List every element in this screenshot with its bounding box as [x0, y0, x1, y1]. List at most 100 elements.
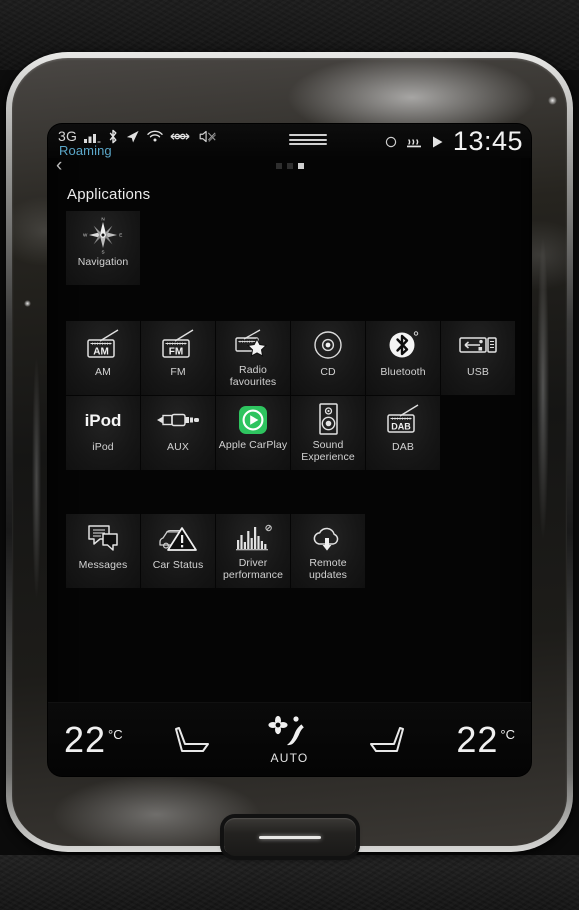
- speech-bubbles-icon: [83, 520, 123, 556]
- usb-tether-icon: [170, 130, 190, 143]
- aux-jack-icon: [153, 402, 203, 438]
- dashboard-surround: 3G Roaming 13:45 ‹ Applications N S E W …: [0, 0, 579, 910]
- tile-sound-experience[interactable]: Sound Experience: [291, 396, 365, 470]
- tile-label: Radio favourites: [229, 364, 277, 388]
- bezel-glint: [548, 96, 557, 105]
- svg-text:iPod: iPod: [85, 411, 122, 430]
- tile-apple-carplay[interactable]: Apple CarPlay: [216, 396, 290, 470]
- tile-label: AUX: [167, 441, 189, 453]
- status-bar-left: 3G: [48, 124, 217, 144]
- seat-icon: [369, 726, 404, 752]
- roaming-label: Roaming: [59, 143, 112, 158]
- tile-label: Navigation: [77, 256, 129, 268]
- radio-fm-icon: FM: [155, 327, 201, 363]
- page-dot[interactable]: [286, 163, 293, 169]
- tile-bluetooth[interactable]: Bluetooth: [366, 321, 440, 395]
- status-bar-right: 13:45: [385, 128, 523, 155]
- climate-bar: 22 °C AUTO 22 °C: [48, 702, 531, 776]
- page-indicator-dots[interactable]: [48, 163, 531, 169]
- tile-ipod[interactable]: iPod iPod: [66, 396, 140, 470]
- ipod-wordmark-icon: iPod: [75, 402, 131, 438]
- tile-label: USB: [467, 366, 489, 378]
- fan-airflow-icon: [265, 715, 313, 749]
- tile-remote-updates[interactable]: Remote updates: [291, 514, 365, 588]
- radio-am-icon: AM: [80, 327, 126, 363]
- recirculation-icon: [385, 136, 397, 148]
- tile-navigation[interactable]: N S E W Navigation: [66, 211, 140, 285]
- tile-messages[interactable]: Messages: [66, 514, 140, 588]
- bezel-glint: [24, 300, 31, 307]
- svg-text:E: E: [119, 233, 122, 238]
- tile-car-status[interactable]: Car Status: [141, 514, 215, 588]
- speaker-icon: [313, 402, 343, 438]
- tile-radio-favourites[interactable]: Radio favourites: [216, 321, 290, 395]
- home-button-bar: [259, 835, 321, 839]
- page-dot-active[interactable]: [297, 163, 304, 169]
- driver-seat-heat-button[interactable]: [170, 720, 218, 760]
- leather-trim: [0, 855, 579, 910]
- tile-aux[interactable]: AUX: [141, 396, 215, 470]
- svg-text:AM: AM: [93, 347, 109, 358]
- temperature-unit: °C: [500, 726, 515, 742]
- hamburger-menu-icon[interactable]: [289, 134, 327, 145]
- apple-carplay-icon: [236, 402, 270, 438]
- tile-dab[interactable]: DAB DAB: [366, 396, 440, 470]
- tile-label: Bluetooth: [380, 366, 426, 378]
- sound-muted-icon: [197, 129, 217, 144]
- network-type-label: 3G: [58, 128, 78, 144]
- media-tile-grid: AM AM FM FM Radio favourites CD Bluetoot…: [66, 321, 515, 470]
- tile-empty-slot: [366, 514, 440, 588]
- driver-temperature[interactable]: 22 °C: [64, 721, 123, 758]
- status-bar: 3G Roaming 13:45: [48, 124, 531, 158]
- bluetooth-icon: [386, 327, 420, 363]
- app-launcher-content: Applications N S E W Navigation AM AM FM…: [48, 186, 531, 746]
- tile-label: Car Status: [152, 559, 204, 571]
- bar-chart-icon: [233, 520, 273, 556]
- tile-fm[interactable]: FM FM: [141, 321, 215, 395]
- infotainment-display[interactable]: 3G Roaming 13:45 ‹ Applications N S E W …: [48, 124, 531, 776]
- seat-icon: [175, 726, 210, 752]
- passenger-temperature[interactable]: 22 °C: [456, 718, 515, 760]
- bluetooth-icon: [108, 129, 118, 144]
- passenger-seat-heat-button[interactable]: [361, 720, 409, 760]
- page-title: Applications: [67, 186, 151, 203]
- temperature-unit: °C: [108, 726, 123, 742]
- tile-driver-performance[interactable]: Driver performance: [216, 514, 290, 588]
- tile-am[interactable]: AM AM: [66, 321, 140, 395]
- bezel-glare-right: [537, 238, 549, 538]
- svg-text:N: N: [101, 217, 104, 222]
- airflow-auto-button[interactable]: AUTO: [265, 715, 313, 765]
- heated-seat-icon: [406, 135, 422, 149]
- tile-label: FM: [170, 366, 186, 378]
- wifi-icon: [147, 129, 163, 143]
- page-dot[interactable]: [275, 163, 282, 169]
- tile-cd[interactable]: CD: [291, 321, 365, 395]
- tile-empty-slot: [441, 514, 515, 588]
- bezel-glare-left: [32, 358, 41, 598]
- location-arrow-icon: [125, 129, 140, 144]
- tile-label: DAB: [392, 441, 414, 453]
- cloud-download-icon: [308, 520, 348, 556]
- radio-dab-icon: DAB: [380, 402, 426, 438]
- svg-text:FM: FM: [169, 347, 183, 358]
- signal-bars-icon: [84, 130, 101, 143]
- usb-icon: [456, 327, 500, 363]
- tile-label: Sound Experience: [301, 439, 355, 463]
- radio-star-icon: [230, 327, 276, 363]
- tile-label: Apple CarPlay: [218, 439, 288, 451]
- tile-label: CD: [320, 366, 336, 378]
- tile-label: Remote updates: [308, 557, 348, 581]
- home-button[interactable]: [224, 818, 356, 856]
- tile-empty-slot: [441, 396, 515, 470]
- tile-label: Messages: [78, 559, 128, 571]
- tile-usb[interactable]: USB: [441, 321, 515, 395]
- passenger-temperature-value: 22: [456, 718, 499, 760]
- tile-label: Driver performance: [222, 557, 284, 581]
- svg-text:DAB: DAB: [391, 422, 411, 432]
- svg-text:S: S: [101, 249, 104, 254]
- tile-label: iPod: [92, 441, 114, 453]
- play-icon: [431, 135, 444, 149]
- auto-label: AUTO: [270, 750, 309, 765]
- car-warning-icon: [156, 520, 200, 556]
